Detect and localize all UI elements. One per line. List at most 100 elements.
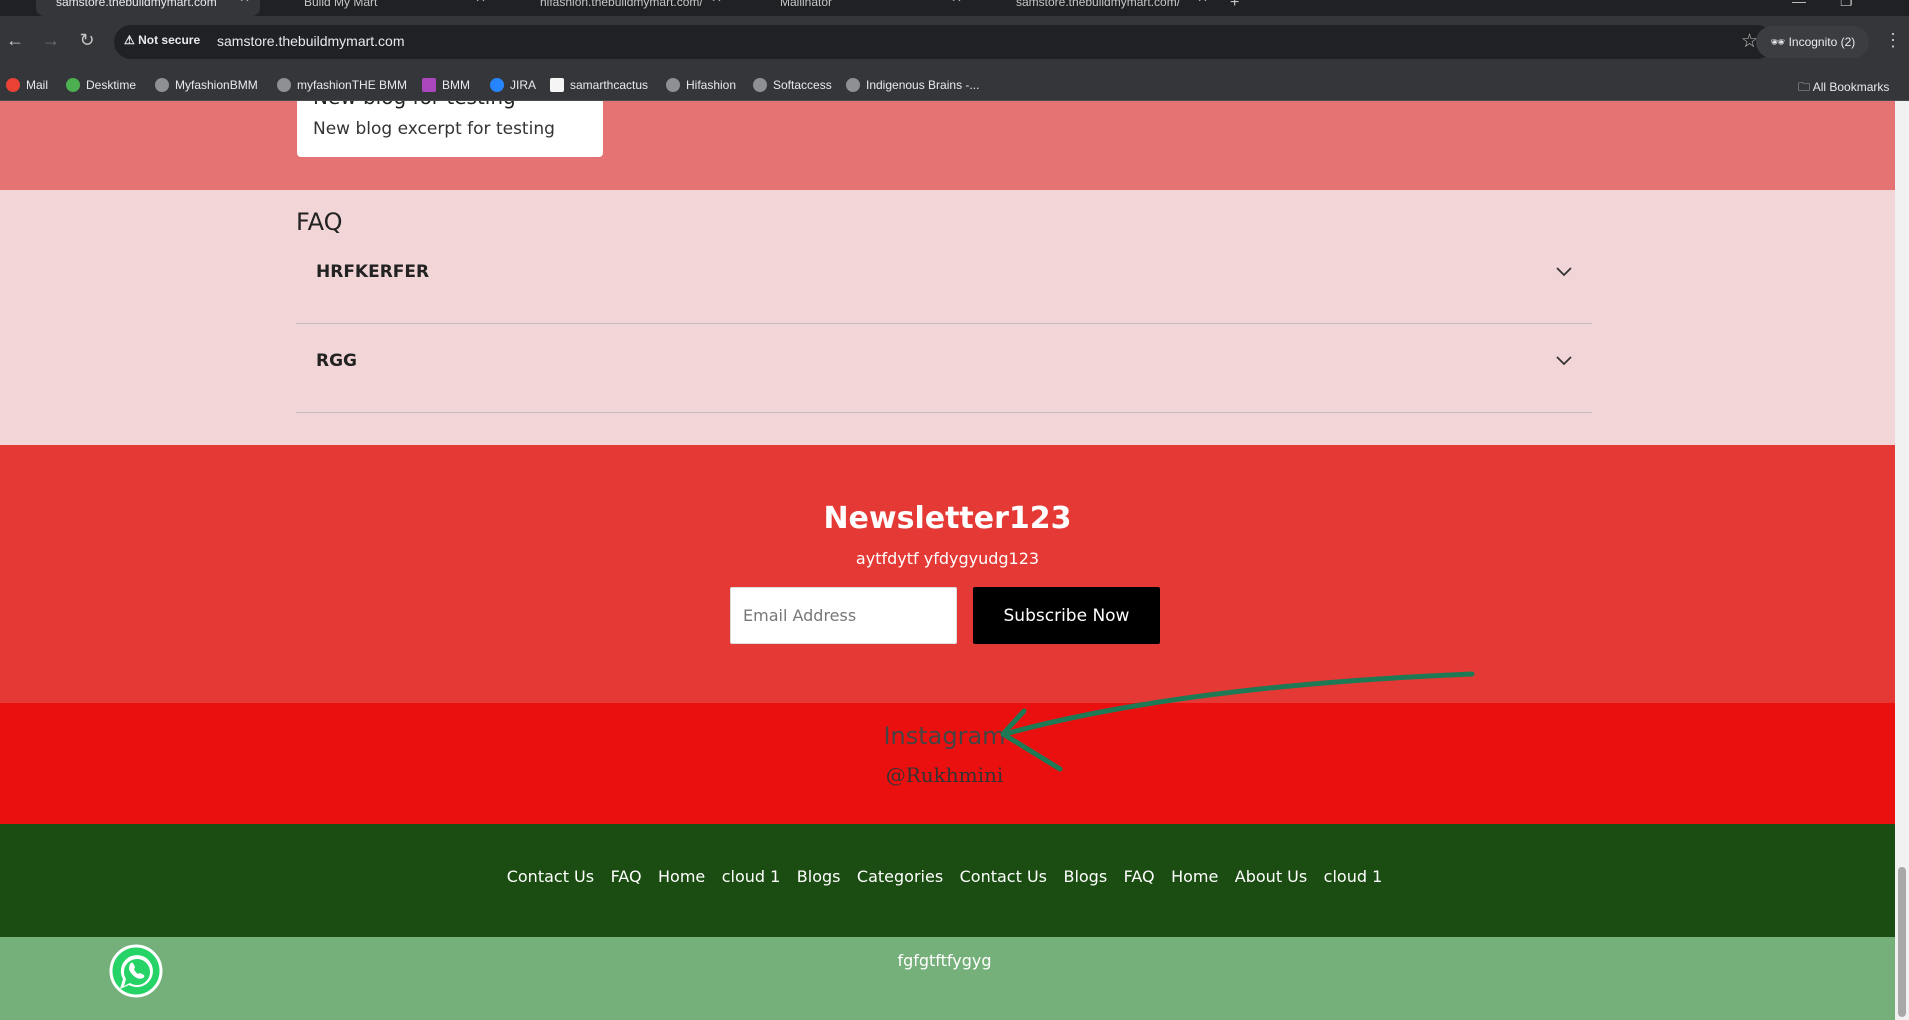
reload-icon[interactable]: ↻ [76,30,98,51]
faq-section: FAQ HRFKERFER RGG [0,190,1895,445]
all-bookmarks[interactable]: 🗀 All Bookmarks [1798,78,1889,99]
browser-tab[interactable]: hifashion.thebuildmymart.com/ ✕ [520,0,732,16]
chevron-down-icon[interactable] [1554,350,1574,370]
bookmark-label: Desktime [86,78,137,92]
bookmark-item[interactable]: BMM [422,78,470,92]
footer-link-contact-us[interactable]: Contact Us [507,867,594,886]
bookmark-item[interactable]: JIRA [490,78,536,92]
globe-icon [753,78,767,92]
bookmark-label: JIRA [510,78,537,92]
subscribe-button[interactable]: Subscribe Now [973,587,1160,644]
browser-tabstrip: samstore.thebuildmymart.com ✕ Build My M… [0,0,1909,16]
tab-label: Build My Mart [304,0,378,9]
browser-tab[interactable]: Build My Mart ✕ [284,0,496,16]
back-icon[interactable]: ← [4,30,26,51]
tab-label: samstore.thebuildmymart.com/ [1016,0,1181,9]
footer-link-contact-us[interactable]: Contact Us [960,867,1047,886]
footer-link-cloud-1[interactable]: cloud 1 [1324,867,1383,886]
browser-menu-icon[interactable]: ⋮ [1884,30,1902,51]
footer-link-blogs[interactable]: Blogs [1063,867,1107,886]
page-scrollbar[interactable] [1895,101,1909,1020]
chevron-down-icon[interactable] [1554,261,1574,281]
faq-item[interactable]: RGG [296,324,1592,413]
faq-item[interactable]: HRFKERFER [296,235,1592,324]
bookmark-item[interactable]: Indigenous Brains -... [846,78,979,92]
footer-link-cloud-1[interactable]: cloud 1 [722,867,781,886]
newsletter-subtitle: aytfdytf yfdygyudg123 [855,549,1040,568]
bookmark-label: myfashionTHE BMM [297,78,408,92]
browser-tab[interactable]: samstore.thebuildmymart.com ✕ [36,0,260,16]
faq-question[interactable]: RGG [316,351,357,371]
bookmark-item[interactable]: Softaccess [753,78,832,92]
bmm-icon [422,78,436,92]
all-bookmarks-label: All Bookmarks [1812,80,1890,94]
tab-label: Mailinator [780,0,833,9]
blog-card[interactable]: New blog for testing New blog excerpt fo… [297,101,603,157]
instagram-section: Instagram @Rukhmini [0,703,1895,824]
copyright-bar: fgfgtftfygyg [0,937,1895,1020]
bookmark-label: MyfashionBMM [175,78,258,92]
forward-icon[interactable]: → [40,30,62,51]
footer-link-categories[interactable]: Categories [857,867,943,886]
footer-link-about-us[interactable]: About Us [1235,867,1307,886]
bookmark-item[interactable]: myfashionTHE BMM [277,78,407,92]
address-bar[interactable]: ⚠ Not secure samstore.thebuildmymart.com… [114,25,1774,59]
email-input[interactable] [730,587,957,644]
bookmark-label: samarthcactus [570,78,649,92]
globe-icon [277,78,291,92]
tab-label: hifashion.thebuildmymart.com/ [540,0,703,9]
security-label: Not secure [138,33,201,47]
incognito-icon: 🕶 [1770,35,1786,49]
new-tab-icon[interactable]: + [1230,0,1239,12]
newsletter-title: Newsletter123 [823,501,1072,536]
bookmark-label: Indigenous Brains -... [866,78,980,92]
instagram-title: Instagram [883,722,1006,750]
bookmark-item[interactable]: Hifashion [666,78,736,92]
bookmark-label: Hifashion [686,78,737,92]
footer-link-faq[interactable]: FAQ [1124,867,1155,886]
bookmark-item[interactable]: Mail [6,78,48,92]
cactus-icon [550,78,564,92]
bookmark-label: Softaccess [773,78,832,92]
bookmark-label: Mail [26,78,49,92]
footer-nav: Contact Us FAQ Home cloud 1 Blogs Catego… [0,824,1895,937]
faq-question[interactable]: HRFKERFER [316,262,429,282]
desktime-icon [66,78,80,92]
globe-icon [155,78,169,92]
blog-excerpt: New blog excerpt for testing [313,119,555,139]
whatsapp-icon[interactable] [108,943,164,999]
footer-link-home[interactable]: Home [658,867,705,886]
blog-title[interactable]: New blog for testing [313,101,516,109]
footer-link-blogs[interactable]: Blogs [797,867,841,886]
footer-link-faq[interactable]: FAQ [611,867,642,886]
instagram-handle[interactable]: @Rukhmini [0,763,1889,787]
bookmarks-bar: Mail Desktime MyfashionBMM myfashionTHE … [0,70,1909,101]
gmail-icon [6,78,20,92]
bookmark-item[interactable]: Desktime [66,78,136,92]
incognito-indicator[interactable]: 🕶 Incognito (2) [1756,26,1870,58]
faq-heading: FAQ [296,208,343,236]
security-indicator[interactable]: ⚠ Not secure [124,33,200,47]
page-viewport: New blog for testing New blog excerpt fo… [0,101,1895,1020]
copyright-text: fgfgtftfygyg [897,951,992,970]
bookmark-item[interactable]: MyfashionBMM [155,78,258,92]
newsletter-section: Newsletter123 aytfdytf yfdygyudg123 Subs… [0,445,1895,703]
globe-icon [846,78,860,92]
jira-icon [490,78,504,92]
scrollbar-thumb[interactable] [1898,867,1906,1017]
tab-label: samstore.thebuildmymart.com [56,0,217,9]
footer-link-home[interactable]: Home [1171,867,1218,886]
browser-toolbar: ← → ↻ ⚠ Not secure samstore.thebuildmyma… [0,16,1909,70]
minimize-icon[interactable]: — [1792,0,1806,9]
browser-tab[interactable]: Mailinator ✕ [760,0,972,16]
bookmark-item[interactable]: samarthcactus [550,78,648,92]
restore-icon[interactable]: ❐ [1840,0,1853,10]
folder-icon: 🗀 [1798,80,1813,94]
browser-tab[interactable]: samstore.thebuildmymart.com/ ✕ [996,0,1218,16]
url-text[interactable]: samstore.thebuildmymart.com [217,33,405,49]
globe-icon [666,78,680,92]
footer-links: Contact Us FAQ Home cloud 1 Blogs Catego… [0,867,1889,887]
incognito-label: Incognito (2) [1788,35,1856,49]
blog-section: New blog for testing New blog excerpt fo… [0,101,1895,190]
bookmark-label: BMM [442,78,470,92]
